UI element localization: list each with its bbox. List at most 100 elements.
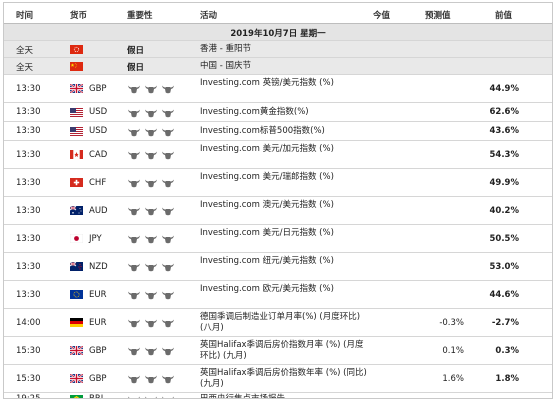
bull-icon — [161, 127, 175, 137]
event-link[interactable]: Investing.com标普500指数(%) — [200, 126, 370, 137]
event-link[interactable]: Investing.com 英镑/美元指数 (%) — [200, 78, 370, 89]
event-row[interactable]: 13:30 CHF Investing.com 美元/瑞郎指数 (%) 49.9% — [4, 169, 552, 197]
event-link[interactable]: Investing.com黄金指数(%) — [200, 107, 370, 118]
bull-icon — [161, 318, 175, 328]
previous-value: 40.2% — [489, 206, 520, 216]
bull-icon — [127, 374, 141, 384]
importance-rating — [127, 206, 182, 216]
currency-cell: BRL — [89, 394, 106, 399]
currency-cell: USD — [89, 107, 108, 117]
event-link[interactable]: Investing.com 纽元/美元指数 (%) — [200, 256, 370, 267]
bull-icon — [161, 108, 175, 118]
event-name: 中国 - 国庆节 — [200, 61, 251, 71]
new-zealand-flag — [69, 261, 83, 271]
event-row[interactable]: 13:30 GBP Investing.com 英镑/美元指数 (%) 44.9% — [4, 75, 552, 103]
bull-icon — [127, 346, 141, 356]
bull-icon — [144, 290, 158, 300]
header-time[interactable]: 时间 — [16, 9, 33, 21]
holiday-row[interactable]: 全天 假日 香港 - 重阳节 — [4, 41, 552, 58]
bull-icon — [161, 374, 175, 384]
bull-icon — [144, 108, 158, 118]
china-flag — [70, 62, 83, 71]
time-cell: 13:30 — [16, 290, 41, 300]
importance-rating — [127, 178, 182, 188]
importance-rating — [127, 395, 182, 398]
previous-value: 43.6% — [489, 126, 520, 136]
header-event[interactable]: 活动 — [200, 9, 217, 21]
bull-icon — [161, 395, 175, 398]
event-row[interactable]: 13:30 AUD Investing.com 澳元/美元指数 (%) 40.2% — [4, 197, 552, 225]
bull-icon — [127, 395, 141, 398]
event-link[interactable]: 英国Halifax季调后房价指数年率 (%) (同比) (九月) — [200, 368, 370, 390]
currency-cell: GBP — [89, 84, 107, 94]
bull-icon — [144, 346, 158, 356]
bull-icon — [127, 206, 141, 216]
event-row[interactable]: 13:30 USD Investing.com黄金指数(%) 62.6% — [4, 103, 552, 122]
currency-cell: EUR — [89, 290, 107, 300]
event-link[interactable]: Investing.com 美元/加元指数 (%) — [200, 144, 370, 155]
canada-flag — [70, 150, 83, 159]
event-row[interactable]: 13:30 NZD Investing.com 纽元/美元指数 (%) 53.0% — [4, 253, 552, 281]
bull-icon — [127, 234, 141, 244]
header-importance[interactable]: 重要性 — [127, 9, 153, 21]
bull-icon — [127, 150, 141, 160]
event-row[interactable]: 13:30 EUR Investing.com 欧元/美元指数 (%) 44.6% — [4, 281, 552, 309]
event-link[interactable]: Investing.com 欧元/美元指数 (%) — [200, 284, 370, 295]
bull-icon — [144, 318, 158, 328]
event-row[interactable]: 14:00 EUR 德国季调后制造业订单月率(%) (月度环比) (八月) -0.3%… — [4, 309, 552, 337]
bull-icon — [144, 234, 158, 244]
bull-icon — [144, 206, 158, 216]
holiday-label: 假日 — [127, 63, 145, 73]
time-cell: 13:30 — [16, 126, 41, 136]
event-link[interactable]: Investing.com 美元/日元指数 (%) — [200, 228, 370, 239]
header-currency[interactable]: 货币 — [70, 9, 87, 21]
event-row[interactable]: 13:30 CAD Investing.com 美元/加元指数 (%) 54.3% — [4, 141, 552, 169]
event-link[interactable]: Investing.com 美元/瑞郎指数 (%) — [200, 172, 370, 183]
currency-cell: CAD — [89, 150, 108, 160]
forecast-value: 0.1% — [442, 346, 464, 356]
header-actual[interactable]: 今值 — [373, 9, 390, 21]
importance-rating — [127, 290, 182, 300]
bull-icon — [161, 346, 175, 356]
bull-icon — [144, 150, 158, 160]
event-link[interactable]: 德国季调后制造业订单月率(%) (月度环比) (八月) — [200, 312, 370, 334]
holiday-row[interactable]: 全天 假日 中国 - 国庆节 — [4, 58, 552, 75]
event-link[interactable]: 英国Halifax季调后房价指数月率 (%) (月度环比) (九月) — [200, 340, 370, 362]
bull-icon — [161, 262, 175, 272]
australia-flag — [69, 205, 83, 215]
importance-rating — [127, 108, 182, 118]
currency-cell: AUD — [89, 206, 108, 216]
header-forecast[interactable]: 预测值 — [425, 9, 451, 21]
hong-kong-flag — [70, 45, 83, 54]
bull-icon — [144, 84, 158, 94]
bull-icon — [144, 178, 158, 188]
event-row[interactable]: 15:30 GBP 英国Halifax季调后房价指数年率 (%) (同比) (九月)… — [4, 365, 552, 393]
holiday-label: 假日 — [127, 46, 145, 56]
event-link[interactable]: 巴西央行焦点市场报告 — [200, 394, 370, 398]
currency-cell: EUR — [89, 318, 107, 328]
previous-value: -2.7% — [491, 318, 519, 328]
bull-icon — [127, 178, 141, 188]
time-cell: 13:30 — [16, 107, 41, 117]
bull-icon — [127, 108, 141, 118]
event-row[interactable]: 19:25 BRL 巴西央行焦点市场报告 — [4, 393, 552, 399]
bull-icon — [161, 290, 175, 300]
table-header: 时间 货币 重要性 活动 今值 预测值 前值 — [4, 3, 552, 24]
time-cell: 13:30 — [16, 234, 41, 244]
time-cell: 14:00 — [16, 318, 41, 328]
header-previous[interactable]: 前值 — [495, 9, 512, 21]
uk-flag — [69, 345, 84, 356]
time-cell: 全天 — [16, 63, 34, 73]
time-cell: 15:30 — [16, 374, 41, 384]
importance-rating — [127, 374, 182, 384]
bull-icon — [144, 395, 158, 398]
forecast-value: 1.6% — [442, 374, 464, 384]
event-row[interactable]: 13:30 USD Investing.com标普500指数(%) 43.6% — [4, 122, 552, 141]
event-row[interactable]: 13:30 JPY Investing.com 美元/日元指数 (%) 50.5% — [4, 225, 552, 253]
event-row[interactable]: 15:30 GBP 英国Halifax季调后房价指数月率 (%) (月度环比) (九… — [4, 337, 552, 365]
eu-flag — [70, 290, 83, 299]
currency-cell: USD — [89, 126, 108, 136]
previous-value: 44.9% — [489, 84, 520, 94]
event-link[interactable]: Investing.com 澳元/美元指数 (%) — [200, 200, 370, 211]
bull-icon — [144, 127, 158, 137]
